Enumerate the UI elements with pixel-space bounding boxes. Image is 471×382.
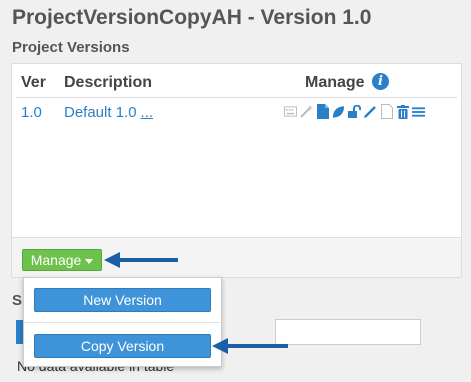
caret-down-icon <box>85 258 94 264</box>
magic-wand-icon[interactable] <box>300 104 313 119</box>
row-action-icons <box>284 104 425 119</box>
trash-icon[interactable] <box>396 104 409 119</box>
column-header-description[interactable]: Description <box>64 74 152 92</box>
new-version-menu-item[interactable]: New Version <box>34 288 211 312</box>
manage-dropdown-button[interactable]: Manage <box>22 249 102 271</box>
row-description-link[interactable]: Default 1.0 <box>64 104 137 121</box>
versions-table-panel: Ver Description Manage i 1.0 Default 1.0… <box>11 63 462 238</box>
menu-divider <box>24 322 221 323</box>
arrow-left-icon <box>104 252 178 268</box>
column-header-ver[interactable]: Ver <box>21 74 46 92</box>
list-icon[interactable] <box>412 104 425 119</box>
document-icon[interactable] <box>316 104 329 119</box>
background-search-input[interactable] <box>275 319 421 345</box>
column-header-manage: Manage <box>305 74 365 91</box>
header-divider <box>16 97 457 98</box>
background-section-title: S <box>12 292 23 309</box>
blank-document-icon[interactable] <box>380 104 393 119</box>
keyboard-icon[interactable] <box>284 104 297 119</box>
manage-dropdown-menu: New Version Copy Version <box>23 277 222 367</box>
row-description-cell: Default 1.0... <box>64 104 153 121</box>
row-version-cell[interactable]: 1.0 <box>21 104 42 121</box>
section-title: Project Versions <box>12 39 130 56</box>
row-more-link[interactable]: ... <box>141 104 154 121</box>
unlock-icon[interactable] <box>348 104 361 119</box>
arrow-left-icon <box>212 338 288 354</box>
page-title: ProjectVersionCopyAH - Version 1.0 <box>12 6 372 29</box>
pencil-icon[interactable] <box>364 104 377 119</box>
info-icon[interactable]: i <box>372 73 389 90</box>
copy-version-menu-item[interactable]: Copy Version <box>34 334 211 358</box>
manage-button-label: Manage <box>30 252 82 268</box>
leaf-icon[interactable] <box>332 104 345 119</box>
